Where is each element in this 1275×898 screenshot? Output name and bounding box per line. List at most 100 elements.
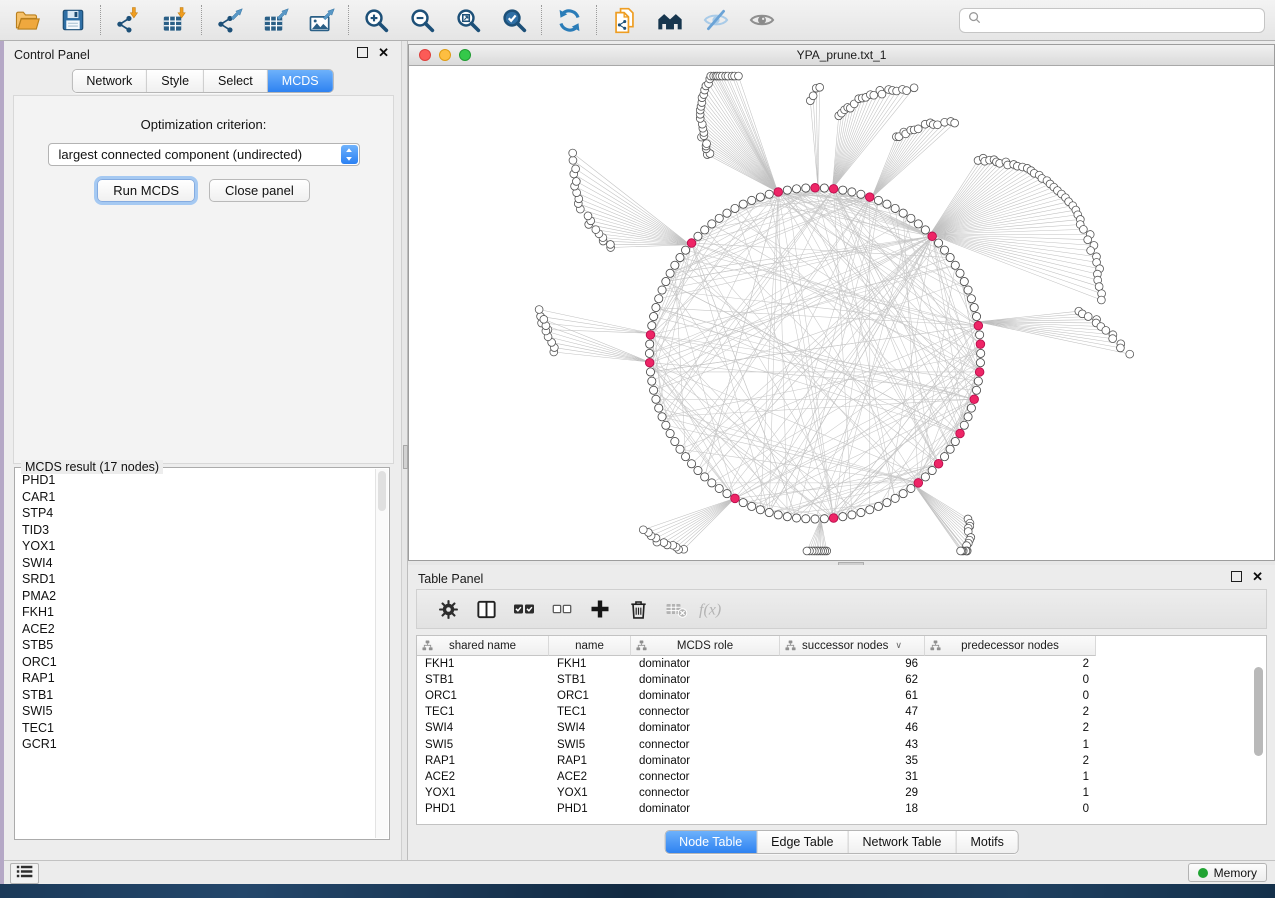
- select-all-icon[interactable]: [505, 593, 543, 625]
- mcds-result-item: TID3: [22, 522, 375, 539]
- export-table-icon[interactable]: [258, 5, 292, 35]
- first-neighbors-icon[interactable]: [653, 5, 687, 35]
- zoom-selected-icon[interactable]: [497, 5, 531, 35]
- table-row[interactable]: YOX1YOX1connector291: [417, 785, 1266, 801]
- vertical-splitter[interactable]: [401, 41, 408, 860]
- table-cell: 1: [925, 739, 1096, 751]
- close-panel-icon[interactable]: ✕: [378, 47, 389, 58]
- delete-row-icon[interactable]: [619, 593, 657, 625]
- mcds-node[interactable]: [829, 185, 838, 194]
- table-row[interactable]: RAP1RAP1dominator352: [417, 753, 1266, 769]
- task-history-button[interactable]: [10, 863, 39, 884]
- deselect-all-icon[interactable]: [543, 593, 581, 625]
- mcds-node[interactable]: [956, 429, 965, 438]
- window-zoom-icon[interactable]: [459, 49, 471, 61]
- zoom-out-icon[interactable]: [405, 5, 439, 35]
- hide-selected-icon[interactable]: [699, 5, 733, 35]
- toolbar-group: [10, 5, 90, 35]
- criterion-dropdown[interactable]: largest connected component (undirected): [48, 143, 360, 166]
- table-row[interactable]: ORC1ORC1dominator610: [417, 688, 1266, 704]
- column-header-mcds-role[interactable]: MCDS role: [631, 636, 780, 656]
- export-image-icon[interactable]: [304, 5, 338, 35]
- mcds-result-item: YOX1: [22, 538, 375, 555]
- export-network-icon[interactable]: [212, 5, 246, 35]
- mcds-node[interactable]: [645, 358, 654, 367]
- zoom-in-icon[interactable]: [359, 5, 393, 35]
- table-row[interactable]: SWI4SWI4dominator462: [417, 720, 1266, 736]
- mcds-node[interactable]: [646, 331, 655, 340]
- network-graph[interactable]: [409, 66, 1274, 560]
- mcds-node[interactable]: [774, 188, 783, 197]
- table-row[interactable]: ACE2ACE2connector311: [417, 769, 1266, 785]
- mcds-node[interactable]: [928, 232, 937, 241]
- import-network-icon[interactable]: [111, 5, 145, 35]
- column-header-shared-name[interactable]: shared name: [417, 636, 549, 656]
- tab-node-table[interactable]: Node Table: [665, 831, 757, 853]
- mcds-node[interactable]: [811, 183, 820, 192]
- search-input[interactable]: [987, 12, 1256, 28]
- table-cell: STB1: [417, 674, 549, 686]
- table-row[interactable]: FKH1FKH1dominator962: [417, 656, 1266, 672]
- add-row-icon[interactable]: [581, 593, 619, 625]
- show-columns-icon[interactable]: [467, 593, 505, 625]
- tab-mcds[interactable]: MCDS: [268, 70, 333, 92]
- float-panel-icon[interactable]: [357, 47, 368, 58]
- show-all-icon[interactable]: [745, 5, 779, 35]
- mcds-result-scrollbar[interactable]: [375, 469, 388, 838]
- window-close-icon[interactable]: [419, 49, 431, 61]
- splitter-handle[interactable]: [403, 445, 408, 469]
- mcds-node[interactable]: [731, 494, 740, 503]
- table-cell: 46: [780, 722, 925, 734]
- tab-select[interactable]: Select: [204, 70, 268, 92]
- window-minimize-icon[interactable]: [439, 49, 451, 61]
- column-header-predecessor-nodes[interactable]: predecessor nodes: [925, 636, 1096, 656]
- table-cell: FKH1: [549, 658, 631, 670]
- share-document-icon[interactable]: [607, 5, 641, 35]
- tab-motifs[interactable]: Motifs: [956, 831, 1017, 853]
- settings-icon[interactable]: [429, 593, 467, 625]
- table-cell: ACE2: [549, 771, 631, 783]
- table-row[interactable]: PHD1PHD1dominator180: [417, 801, 1266, 817]
- refresh-view-icon[interactable]: [552, 5, 586, 35]
- network-canvas[interactable]: [409, 66, 1274, 560]
- mcds-node[interactable]: [934, 459, 943, 468]
- save-session-icon[interactable]: [56, 5, 90, 35]
- mcds-node[interactable]: [687, 239, 696, 248]
- run-mcds-button[interactable]: Run MCDS: [97, 179, 195, 202]
- table-cell: dominator: [631, 722, 780, 734]
- float-panel-icon[interactable]: [1231, 571, 1242, 582]
- close-panel-button[interactable]: Close panel: [209, 179, 310, 202]
- close-panel-icon[interactable]: ✕: [1252, 571, 1263, 582]
- tab-style[interactable]: Style: [147, 70, 204, 92]
- mcds-node[interactable]: [914, 479, 923, 488]
- column-type-icon: [785, 640, 796, 654]
- column-header-name[interactable]: name: [549, 636, 631, 656]
- mcds-node[interactable]: [865, 193, 874, 202]
- mcds-result-item: PHD1: [22, 472, 375, 489]
- chevron-down-icon[interactable]: ∨: [895, 640, 902, 651]
- column-header-successor-nodes[interactable]: successor nodes ∨: [780, 636, 925, 656]
- table-scrollbar[interactable]: [1254, 667, 1263, 756]
- mcds-node[interactable]: [976, 340, 985, 349]
- table-row[interactable]: TEC1TEC1connector472: [417, 704, 1266, 720]
- tab-network[interactable]: Network: [72, 70, 147, 92]
- table-row[interactable]: SWI5SWI5connector431: [417, 736, 1266, 752]
- network-window-titlebar[interactable]: YPA_prune.txt_1: [409, 45, 1274, 66]
- tab-edge-table[interactable]: Edge Table: [757, 831, 848, 853]
- column-type-icon: [636, 640, 647, 654]
- mcds-node[interactable]: [829, 514, 838, 523]
- open-file-icon[interactable]: [10, 5, 44, 35]
- table-cell: SWI5: [417, 739, 549, 751]
- import-table-icon[interactable]: [157, 5, 191, 35]
- mcds-node[interactable]: [970, 395, 979, 404]
- table-row[interactable]: STB1STB1dominator620: [417, 672, 1266, 688]
- mcds-node[interactable]: [974, 321, 983, 330]
- column-header-label: successor nodes: [802, 640, 888, 652]
- mcds-result-item: PMA2: [22, 588, 375, 605]
- memory-button[interactable]: Memory: [1188, 863, 1267, 882]
- tab-network-table[interactable]: Network Table: [849, 831, 957, 853]
- mcds-node[interactable]: [975, 368, 984, 377]
- mcds-result-list[interactable]: PHD1CAR1STP4TID3YOX1SWI4SRD1PMA2FKH1ACE2…: [16, 472, 375, 838]
- search-box[interactable]: [959, 8, 1265, 33]
- zoom-fit-icon[interactable]: [451, 5, 485, 35]
